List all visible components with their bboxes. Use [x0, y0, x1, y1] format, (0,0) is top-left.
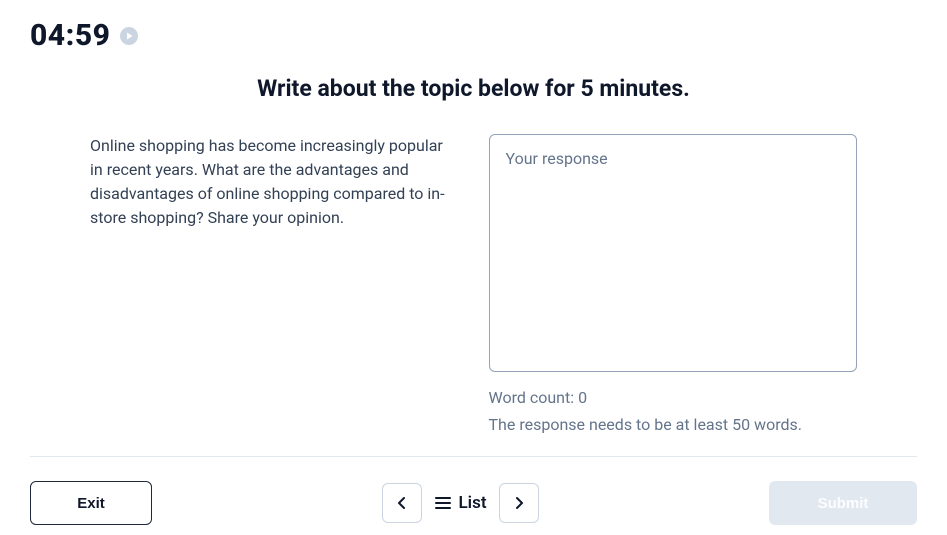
- nav-group: List: [382, 483, 538, 523]
- response-textarea[interactable]: [489, 134, 858, 372]
- chevron-left-icon: [394, 495, 410, 511]
- exit-button[interactable]: Exit: [30, 481, 152, 525]
- page-title: Write about the topic below for 5 minute…: [0, 75, 947, 102]
- list-label: List: [458, 493, 486, 513]
- word-count: Word count: 0: [489, 388, 858, 407]
- prev-button[interactable]: [382, 483, 422, 523]
- list-button[interactable]: List: [434, 493, 486, 513]
- prompt-text: Online shopping has become increasingly …: [90, 134, 459, 434]
- play-icon[interactable]: [120, 27, 138, 45]
- word-count-hint: The response needs to be at least 50 wor…: [489, 415, 858, 434]
- timer: 04:59: [30, 18, 110, 53]
- list-icon: [434, 494, 452, 512]
- submit-button[interactable]: Submit: [769, 481, 917, 525]
- chevron-right-icon: [511, 495, 527, 511]
- next-button[interactable]: [499, 483, 539, 523]
